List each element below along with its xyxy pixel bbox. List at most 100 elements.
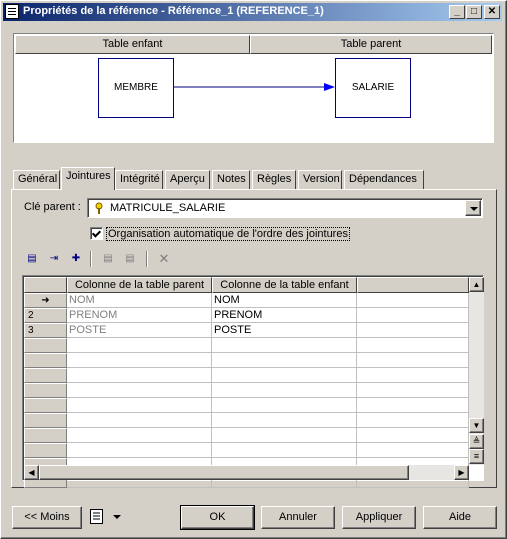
dropdown-arrow-icon[interactable] — [465, 200, 481, 216]
empty-cell[interactable] — [357, 308, 469, 323]
help-button[interactable]: Aide — [423, 506, 497, 529]
parent-column-cell[interactable]: POSTE — [67, 323, 212, 338]
parent-column-cell[interactable] — [67, 398, 212, 413]
scroll-right-icon[interactable]: ▶ — [454, 465, 469, 480]
row-header[interactable] — [24, 368, 67, 383]
move-up-icon[interactable]: ▤ — [99, 251, 117, 267]
window-title: Propriétés de la référence - Référence_1… — [23, 5, 324, 17]
tab-6[interactable]: Version — [298, 170, 342, 189]
scroll-up-icon[interactable]: ▲ — [469, 277, 484, 292]
parent-column-cell[interactable] — [67, 443, 212, 458]
close-button[interactable]: ✕ — [484, 5, 500, 19]
parent-column-cell[interactable] — [67, 428, 212, 443]
joins-grid[interactable]: Colonne de la table parent Colonne de la… — [22, 275, 484, 488]
auto-order-checkbox[interactable] — [90, 227, 103, 240]
scroll-down-icon[interactable]: ▼ — [469, 418, 484, 433]
row-header-corner — [24, 277, 67, 293]
row-header[interactable] — [24, 413, 67, 428]
tab-5[interactable]: Règles — [252, 170, 296, 189]
row-header[interactable]: 3 — [24, 323, 67, 338]
tab-0[interactable]: Général — [13, 170, 60, 189]
row-header[interactable] — [24, 383, 67, 398]
empty-cell[interactable] — [357, 368, 469, 383]
tab-4[interactable]: Notes — [212, 170, 250, 189]
reference-arrow — [174, 83, 335, 91]
empty-cell[interactable] — [357, 383, 469, 398]
parent-key-value: MATRICULE_SALARIE — [110, 202, 226, 214]
key-icon — [95, 202, 103, 214]
child-column-cell[interactable] — [212, 368, 357, 383]
empty-cell[interactable] — [357, 293, 469, 308]
minimize-button[interactable]: _ — [449, 5, 465, 19]
ok-button[interactable]: OK — [180, 505, 255, 530]
parent-column-cell[interactable] — [67, 368, 212, 383]
empty-cell[interactable] — [357, 398, 469, 413]
toolbar-separator — [90, 251, 92, 267]
parent-column-cell[interactable]: NOM — [67, 293, 212, 308]
app-icon — [5, 4, 19, 19]
empty-cell[interactable] — [357, 413, 469, 428]
maximize-button[interactable]: □ — [466, 5, 482, 19]
horizontal-scroll-thumb[interactable] — [39, 465, 409, 480]
move-down-icon[interactable]: ▤ — [121, 251, 139, 267]
parent-key-label: Clé parent : — [24, 201, 81, 213]
empty-cell[interactable] — [357, 338, 469, 353]
row-header[interactable] — [24, 338, 67, 353]
empty-cell[interactable] — [357, 428, 469, 443]
child-column-cell[interactable] — [212, 428, 357, 443]
list-menu-icon[interactable] — [90, 509, 104, 525]
horizontal-scrollbar[interactable]: ◀ ▶ — [24, 465, 469, 480]
reference-diagram: Table enfant Table parent MEMBRE SALARIE — [13, 33, 494, 143]
tab-7[interactable]: Dépendances — [344, 170, 424, 189]
child-column-cell[interactable]: NOM — [212, 293, 357, 308]
cancel-button[interactable]: Annuler — [261, 506, 335, 529]
child-table-header: Table enfant — [15, 35, 250, 54]
parent-column-cell[interactable] — [67, 353, 212, 368]
menu-dropdown-arrow-icon[interactable] — [113, 515, 121, 519]
title-bar: Propriétés de la référence - Référence_1… — [3, 3, 502, 21]
child-column-cell[interactable] — [212, 353, 357, 368]
parent-column-cell[interactable] — [67, 383, 212, 398]
empty-cell[interactable] — [357, 353, 469, 368]
parent-column-header[interactable]: Colonne de la table parent — [67, 277, 212, 293]
child-column-cell[interactable] — [212, 413, 357, 428]
child-column-cell[interactable] — [212, 383, 357, 398]
row-header[interactable] — [24, 353, 67, 368]
delete-icon[interactable]: ✕ — [155, 251, 173, 267]
empty-cell[interactable] — [357, 443, 469, 458]
parent-column-cell[interactable] — [67, 413, 212, 428]
row-header[interactable]: ➜ — [24, 293, 67, 308]
properties-icon[interactable]: ▤ — [23, 251, 41, 267]
child-column-cell[interactable] — [212, 398, 357, 413]
child-column-cell[interactable]: POSTE — [212, 323, 357, 338]
scroll-left-icon[interactable]: ◀ — [24, 465, 39, 480]
row-header[interactable] — [24, 443, 67, 458]
empty-column-header — [357, 277, 469, 293]
row-header[interactable] — [24, 398, 67, 413]
child-entity-box[interactable]: MEMBRE — [98, 58, 174, 118]
auto-order-label[interactable]: Organisation automatique de l'ordre des … — [106, 227, 350, 241]
scroll-page-up-icon[interactable]: ≜ — [469, 434, 484, 449]
row-header[interactable]: 2 — [24, 308, 67, 323]
parent-key-select[interactable]: MATRICULE_SALARIE — [87, 198, 483, 218]
parent-column-cell[interactable]: PRENOM — [67, 308, 212, 323]
tab-2[interactable]: Intégrité — [115, 170, 163, 189]
parent-table-header: Table parent — [250, 35, 492, 54]
toolbar-separator — [146, 251, 148, 267]
apply-button[interactable]: Appliquer — [342, 506, 416, 529]
scroll-page-down-icon[interactable]: ≡ — [469, 449, 484, 464]
child-column-cell[interactable]: PRENOM — [212, 308, 357, 323]
parent-entity-box[interactable]: SALARIE — [335, 58, 411, 118]
less-button[interactable]: << Moins — [12, 506, 82, 529]
insert-join-icon[interactable]: ⇥ — [45, 251, 63, 267]
child-column-cell[interactable] — [212, 338, 357, 353]
row-header[interactable] — [24, 428, 67, 443]
child-column-cell[interactable] — [212, 443, 357, 458]
vertical-scrollbar[interactable]: ▲ ▼ ≜ ≡ — [469, 277, 484, 465]
add-join-icon[interactable]: ✚ — [67, 251, 85, 267]
parent-column-cell[interactable] — [67, 338, 212, 353]
tab-3[interactable]: Aperçu — [165, 170, 210, 189]
child-column-header[interactable]: Colonne de la table enfant — [212, 277, 357, 293]
tab-1[interactable]: Jointures — [61, 167, 115, 190]
empty-cell[interactable] — [357, 323, 469, 338]
